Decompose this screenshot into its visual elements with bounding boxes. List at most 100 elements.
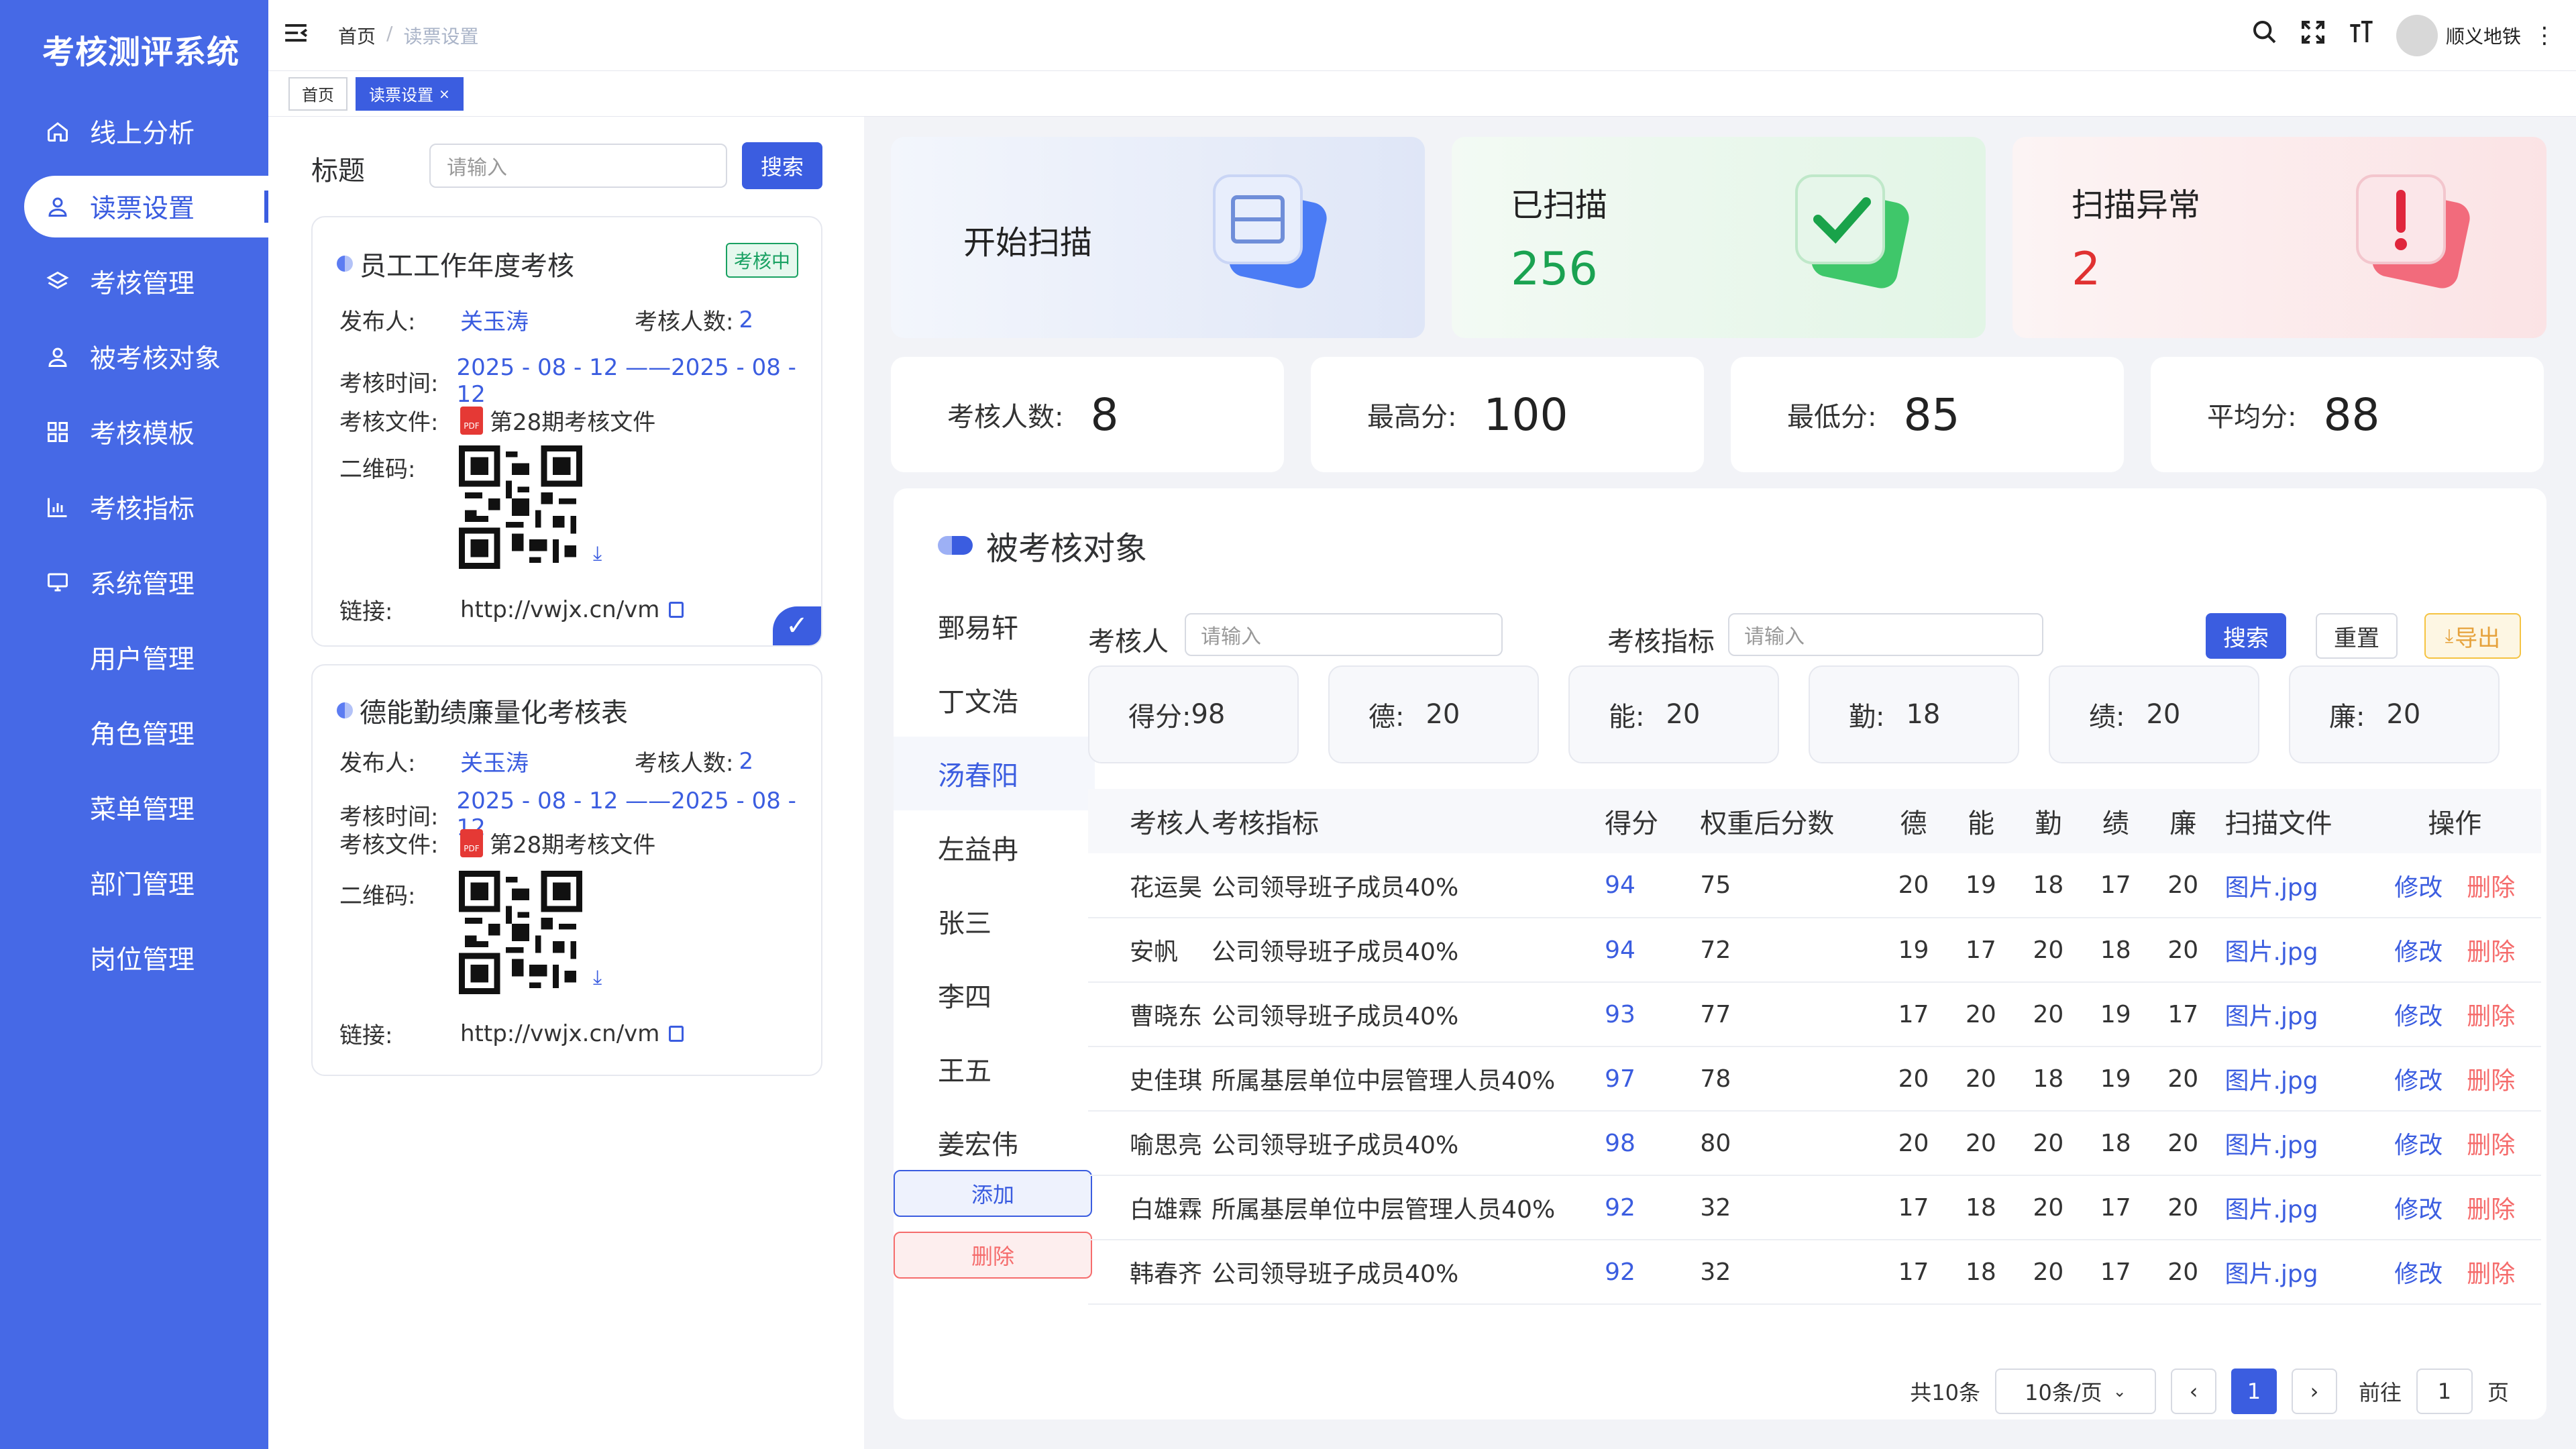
scanned-label: 已扫描 bbox=[1511, 186, 1608, 224]
goto-input[interactable]: 1 bbox=[2416, 1368, 2473, 1414]
delete-link[interactable]: 删除 bbox=[2467, 874, 2515, 902]
name-item[interactable]: 李四 bbox=[894, 958, 1095, 1032]
score-lian: 廉: 20 bbox=[2289, 665, 2500, 763]
add-button[interactable]: 添加 bbox=[894, 1170, 1092, 1217]
name-item[interactable]: 丁文浩 bbox=[894, 663, 1095, 737]
sidebar-item-roles[interactable]: 角色管理 bbox=[0, 695, 268, 770]
sidebar-item-templates[interactable]: 考核模板 bbox=[0, 394, 268, 470]
right-content: 开始扫描 已扫描 256 扫描异常 2 考核人数: 8 最高分: 100 最低分: 8… bbox=[864, 117, 2576, 1449]
assessment-card[interactable]: 员工工作年度考核 考核中 发布人: 关玉涛 考核人数: 2 考核时间: 2025 - 0… bbox=[311, 216, 822, 647]
search-button[interactable]: 搜索 bbox=[742, 142, 822, 189]
next-page-button[interactable]: › bbox=[2291, 1368, 2337, 1414]
search-button[interactable]: 搜索 bbox=[2206, 613, 2286, 659]
delete-link[interactable]: 删除 bbox=[2467, 938, 2515, 966]
sidebar-item-assessment-management[interactable]: 考核管理 bbox=[0, 244, 268, 319]
delete-link[interactable]: 删除 bbox=[2467, 1067, 2515, 1095]
table-cell[interactable]: 图片.jpg bbox=[2216, 853, 2369, 918]
table-cell[interactable]: 图片.jpg bbox=[2216, 982, 2369, 1047]
fullscreen-icon[interactable] bbox=[2300, 19, 2326, 52]
sidebar-item-departments[interactable]: 部门管理 bbox=[0, 845, 268, 920]
copy-icon[interactable] bbox=[669, 1025, 684, 1042]
sidebar-item-users[interactable]: 用户管理 bbox=[0, 620, 268, 695]
table-cell[interactable]: 图片.jpg bbox=[2216, 1046, 2369, 1112]
table-cell[interactable]: 图片.jpg bbox=[2216, 1111, 2369, 1176]
tag-home[interactable]: 首页 bbox=[288, 76, 347, 111]
card-title: 员工工作年度考核 bbox=[337, 244, 574, 283]
title-search-input[interactable]: 请输入 bbox=[429, 144, 727, 188]
file-name[interactable]: 第28期考核文件 bbox=[490, 826, 655, 859]
delete-link[interactable]: 删除 bbox=[2467, 1132, 2515, 1159]
qr-label: 二维码: bbox=[339, 456, 416, 483]
download-icon: ⤓ bbox=[2445, 625, 2454, 647]
username[interactable]: 顺义地铁 bbox=[2446, 22, 2521, 49]
menu-toggle-icon[interactable] bbox=[283, 20, 309, 51]
reset-button[interactable]: 重置 bbox=[2316, 613, 2398, 659]
page-size-select[interactable]: 10条/页 ⌄ bbox=[1994, 1368, 2156, 1414]
sidebar-item-ticket-settings[interactable]: 读票设置 bbox=[24, 176, 268, 237]
delete-link[interactable]: 删除 bbox=[2467, 1003, 2515, 1030]
table-cell[interactable]: 图片.jpg bbox=[2216, 1175, 2369, 1240]
table-cell[interactable]: 图片.jpg bbox=[2216, 918, 2369, 983]
sidebar-item-menus[interactable]: 菜单管理 bbox=[0, 770, 268, 845]
chevron-right-icon: › bbox=[2310, 1379, 2319, 1404]
link-row: 链接: http://vwjx.cn/vm bbox=[339, 593, 684, 626]
name-item[interactable]: 王五 bbox=[894, 1032, 1095, 1106]
scan-error-card: 扫描异常 2 bbox=[2012, 137, 2546, 338]
edit-link[interactable]: 修改 bbox=[2394, 1132, 2443, 1159]
search-icon[interactable] bbox=[2251, 19, 2278, 52]
table-cell[interactable]: 图片.jpg bbox=[2216, 1240, 2369, 1305]
table-cell: 75 bbox=[1700, 853, 1880, 918]
close-icon[interactable]: × bbox=[439, 86, 450, 102]
name-item[interactable]: 左益冉 bbox=[894, 810, 1095, 884]
score-value: 20 bbox=[2146, 699, 2181, 730]
page-number[interactable]: 1 bbox=[2231, 1368, 2277, 1414]
person-filter-input[interactable]: 请输入 bbox=[1185, 613, 1503, 656]
stat-label: 最高分: bbox=[1367, 402, 1457, 433]
status-badge: 考核中 bbox=[725, 243, 798, 278]
download-icon[interactable]: ⤓ bbox=[593, 966, 602, 989]
home-icon bbox=[43, 119, 72, 144]
link-value[interactable]: http://vwjx.cn/vm bbox=[460, 596, 659, 623]
edit-link[interactable]: 修改 bbox=[2394, 938, 2443, 966]
name-item-selected[interactable]: 汤春阳 bbox=[894, 737, 1095, 810]
delete-link[interactable]: 删除 bbox=[2467, 1260, 2515, 1288]
table-cell: 19 bbox=[2082, 982, 2150, 1047]
checkmark-icon[interactable]: ✓ bbox=[773, 606, 821, 645]
table-cell: 所属基层单位中层管理人员40% bbox=[1212, 1175, 1605, 1240]
tag-ticket-settings[interactable]: 读票设置 × bbox=[356, 76, 464, 111]
name-item[interactable]: 鄄易轩 bbox=[894, 589, 1095, 663]
prev-page-button[interactable]: ‹ bbox=[2170, 1368, 2216, 1414]
more-vertical-icon[interactable]: ⋮ bbox=[2533, 22, 2556, 49]
edit-link[interactable]: 修改 bbox=[2394, 1196, 2443, 1224]
sidebar-item-system[interactable]: 系统管理 bbox=[0, 545, 268, 620]
dot-icon bbox=[337, 702, 353, 718]
avatar[interactable] bbox=[2396, 15, 2438, 56]
sidebar-item-online-analysis[interactable]: 线上分析 bbox=[0, 94, 268, 169]
edit-link[interactable]: 修改 bbox=[2394, 1260, 2443, 1288]
name-item[interactable]: 姜宏伟 bbox=[894, 1106, 1095, 1179]
link-value[interactable]: http://vwjx.cn/vm bbox=[460, 1020, 659, 1047]
edit-link[interactable]: 修改 bbox=[2394, 1067, 2443, 1095]
score-label: 能: bbox=[1609, 702, 1645, 733]
assessment-card[interactable]: 德能勤绩廉量化考核表 发布人: 关玉涛 考核人数: 2 考核时间: 2025 - 08 … bbox=[311, 664, 822, 1076]
copy-icon[interactable] bbox=[669, 601, 684, 618]
file-name[interactable]: 第28期考核文件 bbox=[490, 404, 655, 437]
edit-link[interactable]: 修改 bbox=[2394, 1003, 2443, 1030]
edit-link[interactable]: 修改 bbox=[2394, 874, 2443, 902]
time-label: 考核时间: bbox=[339, 370, 439, 397]
delete-button[interactable]: 删除 bbox=[894, 1232, 1092, 1279]
font-size-icon[interactable] bbox=[2348, 19, 2375, 52]
breadcrumb-home[interactable]: 首页 bbox=[338, 22, 376, 49]
sidebar-item-positions[interactable]: 岗位管理 bbox=[0, 920, 268, 996]
export-button[interactable]: ⤓ 导出 bbox=[2424, 613, 2521, 659]
download-icon[interactable]: ⤓ bbox=[593, 542, 602, 566]
sidebar-item-indicators[interactable]: 考核指标 bbox=[0, 470, 268, 545]
col-header: 能 bbox=[1947, 789, 2015, 853]
index-filter-input[interactable]: 请输入 bbox=[1728, 613, 2043, 656]
table-cell: 20 bbox=[2149, 1240, 2217, 1305]
sidebar-item-assessed-objects[interactable]: 被考核对象 bbox=[0, 319, 268, 394]
start-scan-card[interactable]: 开始扫描 bbox=[891, 137, 1425, 338]
name-item[interactable]: 张三 bbox=[894, 884, 1095, 958]
delete-link[interactable]: 删除 bbox=[2467, 1196, 2515, 1224]
table-cell: 94 bbox=[1605, 853, 1701, 918]
